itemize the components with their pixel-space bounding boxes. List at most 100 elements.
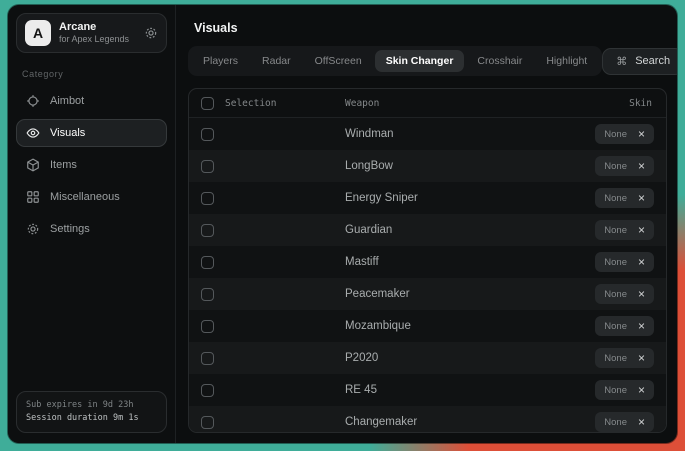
toolbar: Players Radar OffScreen Skin Changer Cro… <box>188 46 667 76</box>
row-checkbox[interactable] <box>201 224 214 237</box>
row-checkbox[interactable] <box>201 320 214 333</box>
sidebar-item-label: Miscellaneous <box>50 191 120 203</box>
skin-value: None <box>604 289 627 300</box>
table-row: P2020 None × <box>189 342 666 374</box>
skin-selector[interactable]: None × <box>595 156 654 176</box>
row-checkbox[interactable] <box>201 256 214 269</box>
skin-selector[interactable]: None × <box>595 348 654 368</box>
app-name: Arcane <box>59 21 136 35</box>
grid-icon <box>26 190 40 204</box>
tab[interactable]: Crosshair <box>466 50 533 72</box>
sidebar-item-label: Settings <box>50 223 90 235</box>
header-weapon: Weapon <box>335 98 536 109</box>
skin-value: None <box>604 193 627 204</box>
clear-skin-icon[interactable]: × <box>638 288 645 300</box>
table-header-row: Selection Weapon Skin <box>189 89 666 118</box>
main-panel: Visuals Players Radar OffScreen Skin Cha… <box>176 5 677 443</box>
settings-gear-icon[interactable] <box>144 26 158 40</box>
header-skin: Skin <box>536 98 666 109</box>
eye-icon <box>26 126 40 140</box>
crosshair-icon <box>26 94 40 108</box>
sidebar-nav: Aimbot Visuals Items Miscellaneous <box>16 87 167 243</box>
sidebar-item[interactable]: Aimbot <box>16 87 167 115</box>
weapon-name: Energy Sniper <box>335 192 536 204</box>
clear-skin-icon[interactable]: × <box>638 416 645 428</box>
clear-skin-icon[interactable]: × <box>638 384 645 396</box>
session-duration-text: Session duration 9m 1s <box>26 412 157 425</box>
sidebar: A Arcane for Apex Legends Category Aimbo… <box>8 5 176 443</box>
tab[interactable]: Radar <box>251 50 302 72</box>
skin-selector[interactable]: None × <box>595 252 654 272</box>
weapon-name: P2020 <box>335 352 536 364</box>
weapon-name: LongBow <box>335 160 536 172</box>
gear-icon <box>26 222 40 236</box>
header-selection: Selection <box>225 98 335 109</box>
weapon-name: Guardian <box>335 224 536 236</box>
weapon-name: RE 45 <box>335 384 536 396</box>
sidebar-item-label: Items <box>50 159 77 171</box>
app-header-card: A Arcane for Apex Legends <box>16 13 167 53</box>
skin-selector[interactable]: None × <box>595 380 654 400</box>
search-button-label: Search <box>635 55 670 67</box>
skin-value: None <box>604 353 627 364</box>
tab[interactable]: Highlight <box>535 50 598 72</box>
table-row: Peacemaker None × <box>189 278 666 310</box>
row-checkbox[interactable] <box>201 192 214 205</box>
row-checkbox[interactable] <box>201 288 214 301</box>
table-row: Energy Sniper None × <box>189 182 666 214</box>
tab[interactable]: Skin Changer <box>375 50 465 72</box>
clear-skin-icon[interactable]: × <box>638 352 645 364</box>
cube-icon <box>26 158 40 172</box>
skin-value: None <box>604 225 627 236</box>
sidebar-item[interactable]: Settings <box>16 215 167 243</box>
clear-skin-icon[interactable]: × <box>638 192 645 204</box>
skin-selector[interactable]: None × <box>595 412 654 432</box>
subscription-card: Sub expires in 9d 23h Session duration 9… <box>16 391 167 433</box>
skin-value: None <box>604 161 627 172</box>
skin-value: None <box>604 417 627 428</box>
table-row: Mozambique None × <box>189 310 666 342</box>
skin-value: None <box>604 257 627 268</box>
clear-skin-icon[interactable]: × <box>638 160 645 172</box>
clear-skin-icon[interactable]: × <box>638 128 645 140</box>
clear-skin-icon[interactable]: × <box>638 256 645 268</box>
skin-value: None <box>604 129 627 140</box>
clear-skin-icon[interactable]: × <box>638 320 645 332</box>
skin-selector[interactable]: None × <box>595 220 654 240</box>
app-logo: A <box>25 20 51 46</box>
skin-value: None <box>604 321 627 332</box>
category-label: Category <box>22 69 161 79</box>
select-all-checkbox[interactable] <box>201 97 214 110</box>
app-meta: Arcane for Apex Legends <box>59 21 136 46</box>
row-checkbox[interactable] <box>201 384 214 397</box>
table-row: LongBow None × <box>189 150 666 182</box>
sidebar-item[interactable]: Visuals <box>16 119 167 147</box>
row-checkbox[interactable] <box>201 160 214 173</box>
tab[interactable]: Players <box>192 50 249 72</box>
skin-value: None <box>604 385 627 396</box>
weapon-name: Windman <box>335 128 536 140</box>
table-row: Changemaker None × <box>189 406 666 433</box>
command-icon: ⌘ <box>616 55 627 68</box>
row-checkbox[interactable] <box>201 128 214 141</box>
row-checkbox[interactable] <box>201 352 214 365</box>
clear-skin-icon[interactable]: × <box>638 224 645 236</box>
app-subtitle: for Apex Legends <box>59 34 136 45</box>
sidebar-item[interactable]: Items <box>16 151 167 179</box>
skin-selector[interactable]: None × <box>595 284 654 304</box>
table-body: Windman None × LongBow <box>189 118 666 432</box>
row-checkbox[interactable] <box>201 416 214 429</box>
skin-selector[interactable]: None × <box>595 188 654 208</box>
app-window: A Arcane for Apex Legends Category Aimbo… <box>8 5 677 443</box>
skin-selector[interactable]: None × <box>595 316 654 336</box>
table-row: Guardian None × <box>189 214 666 246</box>
tab-bar: Players Radar OffScreen Skin Changer Cro… <box>188 46 602 76</box>
tab[interactable]: OffScreen <box>304 50 373 72</box>
weapon-name: Mastiff <box>335 256 536 268</box>
table-row: Windman None × <box>189 118 666 150</box>
sidebar-item[interactable]: Miscellaneous <box>16 183 167 211</box>
table-row: Mastiff None × <box>189 246 666 278</box>
sub-expiry-text: Sub expires in 9d 23h <box>26 399 157 412</box>
skin-selector[interactable]: None × <box>595 124 654 144</box>
search-button[interactable]: ⌘ Search <box>602 48 677 75</box>
